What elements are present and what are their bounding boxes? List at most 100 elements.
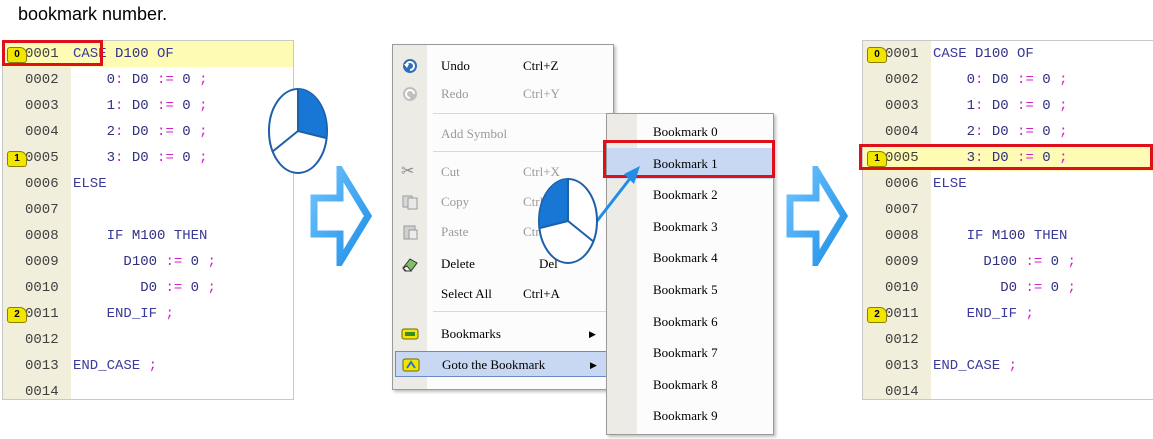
line-number: 0006 — [885, 176, 919, 192]
menu-redo-label: Redo — [441, 86, 469, 101]
submenu-item-label: Bookmark 3 — [653, 218, 718, 234]
code-line[interactable]: 0014 — [3, 379, 293, 399]
copy-icon — [402, 195, 418, 210]
submenu-item-bookmark-7[interactable]: Bookmark 7 — [607, 337, 773, 368]
code-text: 2: D0 := 0 ; — [106, 124, 208, 140]
menu-item-select-all[interactable]: Select All Ctrl+A — [393, 281, 613, 307]
menu-undo-label: Undo — [441, 58, 470, 73]
menu-item-bookmarks[interactable]: Bookmarks ▶ — [393, 321, 613, 347]
code-text: END_CASE ; — [73, 358, 158, 374]
code-line[interactable]: 0003 1: D0 := 0 ; — [863, 93, 1153, 119]
menu-item-add-symbol[interactable]: Add Symbol — [393, 121, 613, 147]
code-text: IF M100 THEN — [106, 228, 208, 244]
code-text: ELSE — [73, 176, 107, 192]
code-text: 3: D0 := 0 ; — [106, 150, 208, 166]
goto-bookmark-icon — [402, 358, 420, 372]
line-number: 0013 — [885, 358, 919, 374]
code-line[interactable]: 0003 1: D0 := 0 ; — [3, 93, 293, 119]
line-number: 0006 — [25, 176, 59, 192]
code-line[interactable]: 0005 3: D0 := 0 ; 1 — [3, 145, 293, 171]
scissors-icon: ✂ — [401, 163, 415, 180]
code-line[interactable]: 0011 END_IF ; 2 — [3, 301, 293, 327]
line-number: 0002 — [25, 72, 59, 88]
code-text: 2: D0 := 0 ; — [966, 124, 1068, 140]
code-line[interactable]: 0010 D0 := 0 ; — [3, 275, 293, 301]
menu-item-goto-bookmark[interactable]: Goto the Bookmark ▶ — [395, 351, 611, 377]
menu-item-undo[interactable]: Undo Ctrl+Z — [393, 53, 613, 79]
menu-redo-shortcut: Ctrl+Y — [523, 86, 560, 101]
menu-item-redo[interactable]: Redo Ctrl+Y — [393, 81, 613, 107]
code-line[interactable]: 0014 — [863, 379, 1153, 399]
submenu-item-bookmark-9[interactable]: Bookmark 9 — [607, 400, 773, 431]
code-line[interactable]: 0011 END_IF ; 2 — [863, 301, 1153, 327]
code-text: 0: D0 := 0 ; — [106, 72, 208, 88]
submenu-item-label: Bookmark 2 — [653, 187, 718, 203]
code-line[interactable]: 0002 0: D0 := 0 ; — [3, 67, 293, 93]
line-number: 0009 — [25, 254, 59, 270]
bookmark-badge-icon: 2 — [7, 307, 27, 323]
code-line[interactable]: 0007 — [863, 197, 1153, 223]
line-number: 0008 — [25, 228, 59, 244]
line-number: 0007 — [885, 202, 919, 218]
code-line[interactable]: 0013 END_CASE ; — [863, 353, 1153, 379]
submenu-item-bookmark-5[interactable]: Bookmark 5 — [607, 274, 773, 305]
menu-goto-bookmark-label: Goto the Bookmark — [442, 357, 546, 372]
code-line[interactable]: 0009 D100 := 0 ; — [3, 249, 293, 275]
code-line[interactable]: 0006 ELSE — [3, 171, 293, 197]
arrow-right-icon — [786, 166, 848, 266]
code-line[interactable]: 0010 D0 := 0 ; — [863, 275, 1153, 301]
bookmark-0-highlight-frame — [2, 40, 103, 66]
submenu-item-label: Bookmark 8 — [653, 376, 718, 392]
submenu-arrow-icon: ▶ — [590, 360, 597, 370]
line-number: 0001 — [885, 46, 919, 62]
code-text: D100 := 0 ; — [123, 254, 216, 270]
menu-undo-shortcut: Ctrl+Z — [523, 58, 559, 73]
code-text: END_IF ; — [966, 306, 1034, 322]
code-editor-after[interactable]: 0001 CASE D100 OF 0 0002 0: D0 := 0 ; 0003 1… — [862, 40, 1153, 400]
code-line[interactable]: 0004 2: D0 := 0 ; — [3, 119, 293, 145]
code-line[interactable]: 0001 CASE D100 OF 0 — [863, 41, 1153, 67]
menu-separator — [433, 113, 609, 114]
code-line[interactable]: 0012 — [3, 327, 293, 353]
caption-text: bookmark number. — [18, 4, 168, 24]
line-number: 0011 — [25, 306, 59, 322]
menu-select-all-label: Select All — [441, 286, 492, 301]
bookmark-badge-icon: 0 — [867, 47, 887, 63]
code-line[interactable]: 0009 D100 := 0 ; — [863, 249, 1153, 275]
line-number: 0002 — [885, 72, 919, 88]
code-text: D0 := 0 ; — [1000, 280, 1076, 296]
line-number: 0004 — [25, 124, 59, 140]
submenu-item-bookmark-8[interactable]: Bookmark 8 — [607, 369, 773, 400]
code-line[interactable]: 0013 END_CASE ; — [3, 353, 293, 379]
code-text: D100 := 0 ; — [983, 254, 1076, 270]
arrow-right-icon — [310, 166, 372, 266]
submenu-item-label: Bookmark 6 — [653, 313, 718, 329]
menu-paste-label: Paste — [441, 224, 469, 239]
line-number: 0011 — [885, 306, 919, 322]
submenu-item-bookmark-6[interactable]: Bookmark 6 — [607, 306, 773, 337]
code-line[interactable]: 0012 — [863, 327, 1153, 353]
line-number: 0007 — [25, 202, 59, 218]
line-number: 0012 — [885, 332, 919, 348]
code-line[interactable]: 0008 IF M100 THEN — [3, 223, 293, 249]
menu-bookmarks-label: Bookmarks — [441, 326, 501, 341]
submenu-arrow-icon: ▶ — [589, 329, 596, 339]
line-number: 0012 — [25, 332, 59, 348]
menu-copy-label: Copy — [441, 194, 470, 209]
code-line[interactable]: 0006 ELSE — [863, 171, 1153, 197]
code-line[interactable]: 0002 0: D0 := 0 ; — [863, 67, 1153, 93]
code-text: 1: D0 := 0 ; — [966, 98, 1068, 114]
line-number: 0003 — [885, 98, 919, 114]
bookmark-icon — [401, 328, 419, 340]
code-text: END_IF ; — [106, 306, 174, 322]
code-line[interactable]: 0007 — [3, 197, 293, 223]
code-line[interactable]: 0004 2: D0 := 0 ; — [863, 119, 1153, 145]
line-number: 0008 — [885, 228, 919, 244]
redo-icon — [403, 87, 417, 101]
line-number: 0004 — [885, 124, 919, 140]
eraser-icon — [402, 258, 418, 272]
code-editor-before[interactable]: 0001 CASE D100 OF 0 0002 0: D0 := 0 ; 0003 1… — [2, 40, 294, 400]
undo-icon — [403, 59, 417, 73]
code-line[interactable]: 0008 IF M100 THEN — [863, 223, 1153, 249]
line-number: 0013 — [25, 358, 59, 374]
